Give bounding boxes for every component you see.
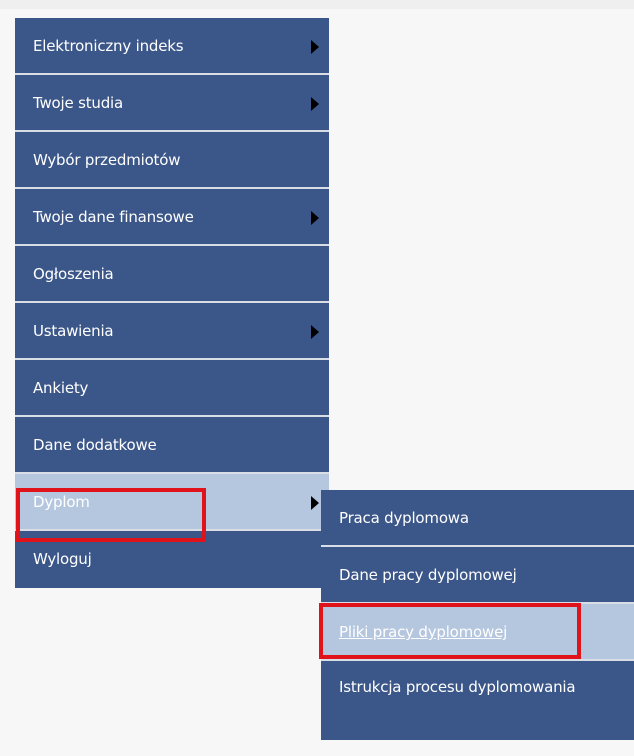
- menu-item-ankiety[interactable]: Ankiety: [15, 360, 329, 417]
- menu-item-wyloguj[interactable]: Wyloguj: [15, 531, 329, 588]
- triangle-right-icon: [311, 211, 319, 225]
- submenu-item-label: Istrukcja procesu dyplomowania: [339, 678, 576, 696]
- menu-item-twoje-dane-finansowe[interactable]: Twoje dane finansowe: [15, 189, 329, 246]
- menu-item-wybor-przedmiotow[interactable]: Wybór przedmiotów: [15, 132, 329, 189]
- submenu-item-pliki-pracy-dyplomowej[interactable]: Pliki pracy dyplomowej: [321, 604, 634, 661]
- menu-item-ustawienia[interactable]: Ustawienia: [15, 303, 329, 360]
- triangle-right-icon: [311, 496, 319, 510]
- submenu-item-label: Praca dyplomowa: [339, 509, 469, 527]
- submenu-item-praca-dyplomowa[interactable]: Praca dyplomowa: [321, 490, 634, 547]
- submenu-item-label: Dane pracy dyplomowej: [339, 566, 517, 584]
- submenu-dyplom: Praca dyplomowa Dane pracy dyplomowej Pl…: [321, 490, 634, 740]
- menu-item-dane-dodatkowe[interactable]: Dane dodatkowe: [15, 417, 329, 474]
- submenu-item-label: Pliki pracy dyplomowej: [339, 623, 508, 641]
- menu-item-label: Wyloguj: [33, 550, 92, 568]
- menu-item-twoje-studia[interactable]: Twoje studia: [15, 75, 329, 132]
- menu-item-dyplom[interactable]: Dyplom: [15, 474, 329, 531]
- triangle-right-icon: [311, 40, 319, 54]
- submenu-item-istrukcja-procesu[interactable]: Istrukcja procesu dyplomowania: [321, 661, 634, 740]
- menu-item-label: Twoje studia: [33, 94, 123, 112]
- menu-item-label: Ustawienia: [33, 322, 114, 340]
- menu-item-label: Elektroniczny indeks: [33, 37, 184, 55]
- menu-item-label: Ogłoszenia: [33, 265, 114, 283]
- menu-item-label: Dane dodatkowe: [33, 436, 157, 454]
- menu-item-ogloszenia[interactable]: Ogłoszenia: [15, 246, 329, 303]
- menu-item-label: Ankiety: [33, 379, 89, 397]
- triangle-right-icon: [311, 325, 319, 339]
- top-divider: [0, 0, 634, 9]
- main-menu: Elektroniczny indeks Twoje studia Wybór …: [15, 18, 329, 588]
- menu-item-label: Twoje dane finansowe: [33, 208, 194, 226]
- menu-item-label: Dyplom: [33, 493, 90, 511]
- menu-item-elektroniczny-indeks[interactable]: Elektroniczny indeks: [15, 18, 329, 75]
- triangle-right-icon: [311, 97, 319, 111]
- submenu-item-dane-pracy-dyplomowej[interactable]: Dane pracy dyplomowej: [321, 547, 634, 604]
- menu-item-label: Wybór przedmiotów: [33, 151, 181, 169]
